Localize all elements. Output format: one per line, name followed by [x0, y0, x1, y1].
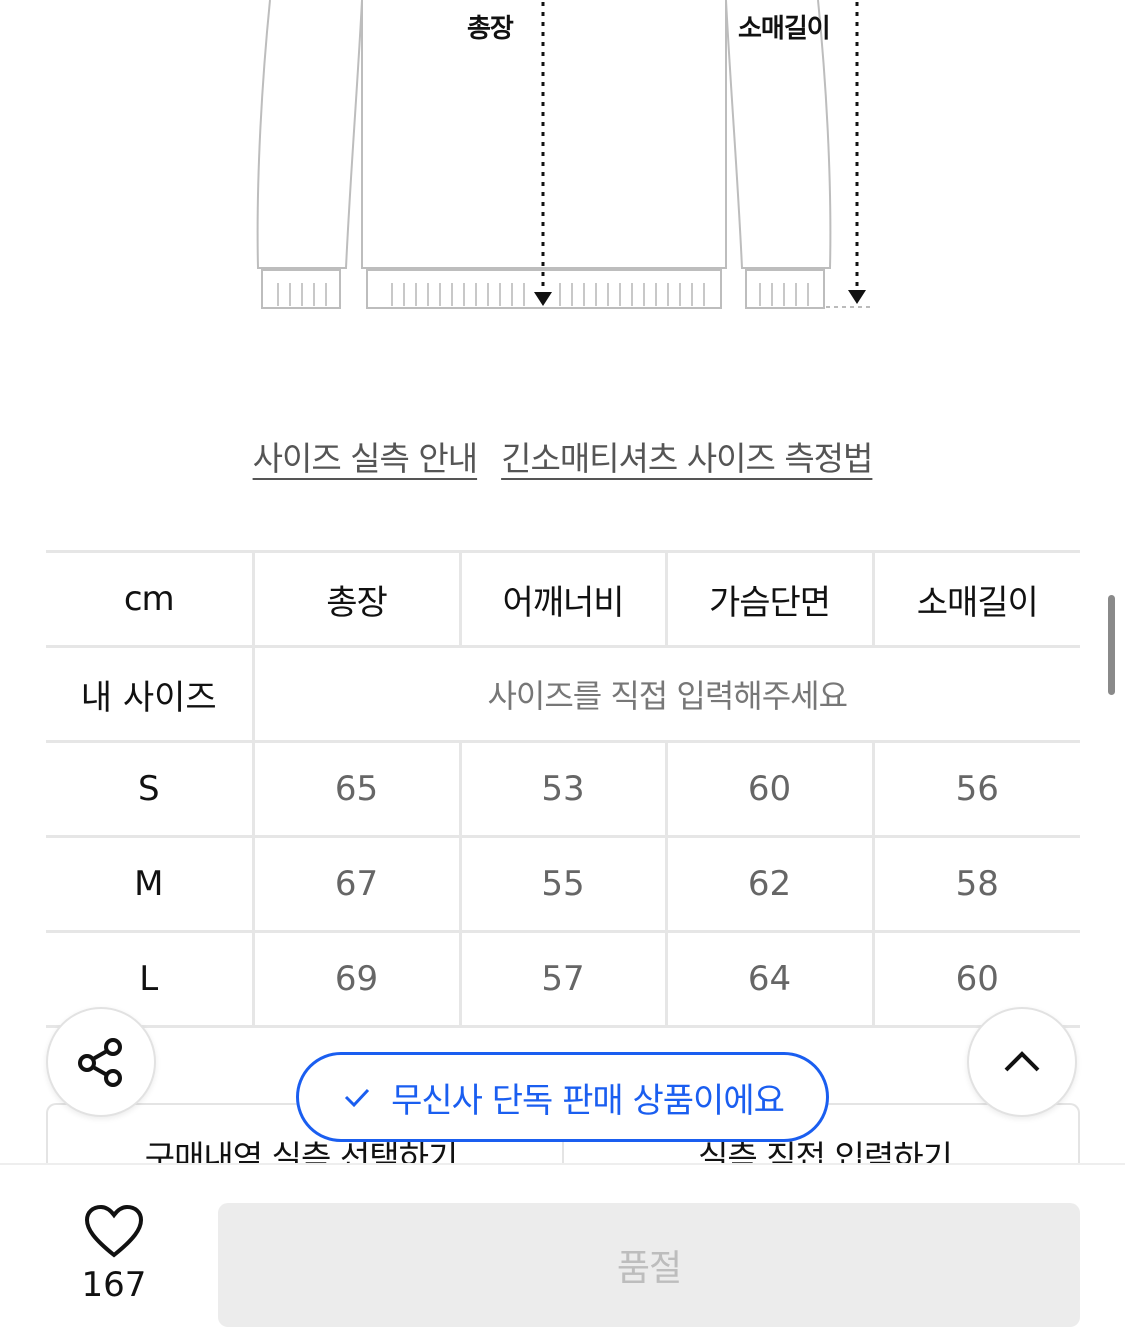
scrollbar[interactable]: [1108, 595, 1115, 695]
header-total-length: 총장: [253, 550, 462, 648]
table-cell: 60: [873, 930, 1080, 1028]
my-size-label: 내 사이즈: [46, 645, 255, 743]
size-guide-links: 사이즈 실측 안내 긴소매티셔츠 사이즈 측정법: [0, 432, 1125, 480]
table-cell: 65: [253, 740, 462, 838]
table-row: S 65 53 60 56: [46, 740, 1080, 838]
size-label: S: [46, 740, 255, 838]
table-row: M 67 55 62 58: [46, 835, 1080, 933]
share-icon: [78, 1038, 122, 1087]
exclusive-sale-badge: 무신사 단독 판매 상품이에요: [296, 1052, 829, 1142]
check-icon: [345, 1088, 370, 1108]
like-count: 167: [81, 1265, 147, 1305]
table-cell: 58: [873, 835, 1080, 933]
length-arrow-head: [534, 292, 552, 306]
sold-out-button[interactable]: 품절: [218, 1203, 1080, 1327]
header-chest-width: 가슴단면: [666, 550, 875, 648]
share-button[interactable]: [46, 1007, 156, 1117]
heart-icon: [84, 1204, 144, 1258]
my-size-row: 내 사이즈 사이즈를 직접 입력해주세요: [46, 645, 1080, 743]
diagram-label-length: 총장: [467, 14, 514, 44]
table-cell: 57: [460, 930, 668, 1028]
table-cell: 56: [873, 740, 1080, 838]
size-measurement-diagram: 총장 소매길이: [0, 0, 1125, 330]
header-shoulder-width: 어깨너비: [460, 550, 668, 648]
chevron-up-icon: [1004, 1051, 1040, 1072]
size-label: M: [46, 835, 255, 933]
my-size-input-prompt[interactable]: 사이즈를 직접 입력해주세요: [253, 645, 1080, 743]
table-cell: 69: [253, 930, 462, 1028]
header-sleeve-length: 소매길이: [873, 550, 1080, 648]
actual-size-guide-link[interactable]: 사이즈 실측 안내: [253, 432, 478, 480]
exclusive-sale-text: 무신사 단독 판매 상품이에요: [391, 1080, 785, 1121]
like-button[interactable]: 167: [60, 1204, 168, 1305]
scroll-top-button[interactable]: [967, 1007, 1077, 1117]
size-table: cm 총장 어깨너비 가슴단면 소매길이 내 사이즈 사이즈를 직접 입력해주세…: [46, 550, 1080, 1028]
table-cell: 55: [460, 835, 668, 933]
diagram-label-sleeve: 소매길이: [738, 14, 831, 44]
table-cell: 67: [253, 835, 462, 933]
table-cell: 62: [666, 835, 875, 933]
table-cell: 64: [666, 930, 875, 1028]
measure-method-link[interactable]: 긴소매티셔츠 사이즈 측정법: [501, 432, 873, 480]
size-table-header-row: cm 총장 어깨너비 가슴단면 소매길이: [46, 550, 1080, 648]
table-row: L 69 57 64 60: [46, 930, 1080, 1028]
table-cell: 53: [460, 740, 668, 838]
sweater-outline-illustration: [256, 0, 874, 309]
header-unit: cm: [46, 550, 255, 648]
table-cell: 60: [666, 740, 875, 838]
purchase-footer: 167 품절: [0, 1163, 1125, 1344]
sleeve-arrow-head: [848, 290, 866, 304]
